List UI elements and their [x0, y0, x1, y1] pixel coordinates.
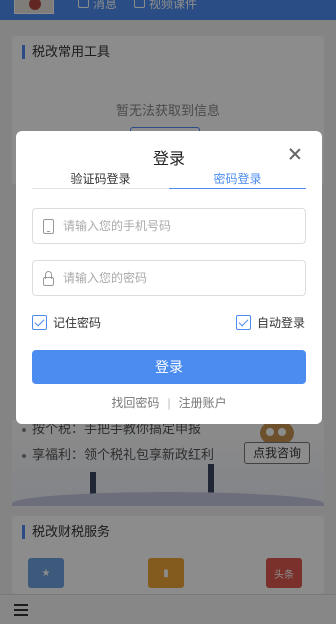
- tab-sms-login[interactable]: 验证码登录: [32, 171, 169, 189]
- checkbox-checked-icon[interactable]: [32, 315, 47, 330]
- login-dialog: 登录 验证码登录 密码登录 记住密码 自动登录 登录 找回密码 | 注册账户: [16, 131, 322, 424]
- phone-field[interactable]: [32, 208, 306, 244]
- lock-icon: [43, 271, 54, 286]
- link-separator: |: [167, 396, 171, 410]
- close-icon[interactable]: [288, 147, 302, 161]
- phone-icon: [43, 219, 54, 234]
- auto-login-checkbox[interactable]: 自动登录: [236, 314, 305, 331]
- tab-password-login[interactable]: 密码登录: [169, 171, 306, 189]
- phone-input[interactable]: [63, 209, 299, 243]
- account-links: 找回密码 | 注册账户: [16, 394, 322, 411]
- password-field[interactable]: [32, 260, 306, 296]
- login-button[interactable]: 登录: [32, 350, 306, 384]
- password-input[interactable]: [63, 261, 299, 295]
- register-link[interactable]: 注册账户: [179, 396, 227, 410]
- dialog-title: 登录: [152, 151, 185, 168]
- login-tabs: 验证码登录 密码登录: [32, 171, 306, 189]
- checkbox-checked-icon[interactable]: [236, 315, 251, 330]
- forgot-password-link[interactable]: 找回密码: [111, 396, 159, 410]
- remember-password-label: 记住密码: [53, 316, 102, 330]
- remember-password-checkbox[interactable]: 记住密码: [32, 314, 101, 331]
- auto-login-label: 自动登录: [257, 316, 306, 330]
